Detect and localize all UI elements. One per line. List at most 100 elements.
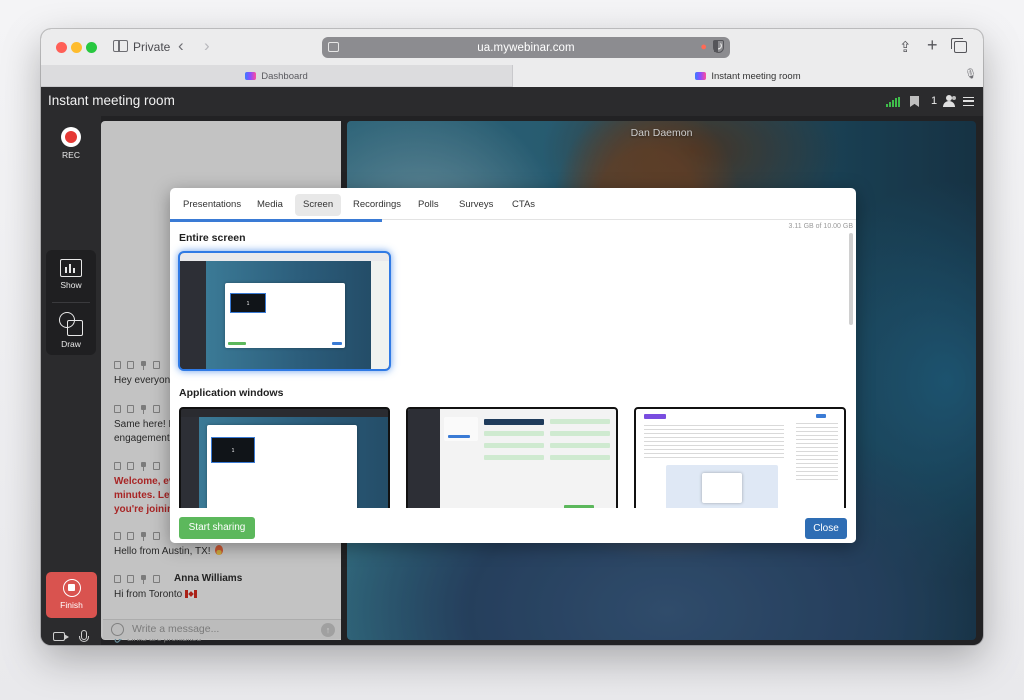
- tab-recordings[interactable]: Recordings: [345, 194, 409, 216]
- delete-icon[interactable]: [127, 574, 134, 583]
- participants-count: 1: [931, 95, 938, 107]
- pin-icon[interactable]: [140, 574, 147, 584]
- forward-icon[interactable]: ›: [204, 37, 210, 55]
- message-line: minutes. Let: [114, 490, 173, 501]
- pin-icon[interactable]: [140, 531, 147, 541]
- tab-presentations[interactable]: Presentations: [175, 194, 249, 216]
- rec-button[interactable]: REC: [55, 127, 87, 160]
- participants-icon[interactable]: [943, 95, 957, 107]
- browser-tab-meeting-room[interactable]: Instant meeting room 🎙: [512, 65, 983, 87]
- private-mode-label: Private: [133, 40, 171, 54]
- pin-icon[interactable]: [140, 360, 147, 370]
- message-line: Hello from Austin, TX!: [114, 546, 211, 557]
- delete-icon[interactable]: [127, 360, 134, 369]
- close-button[interactable]: Close: [805, 518, 847, 539]
- app-window-thumbnail[interactable]: [406, 407, 618, 517]
- message-text: Hello from Austin, TX!: [114, 545, 339, 559]
- share-icon[interactable]: ⇪: [899, 38, 912, 56]
- pin-icon[interactable]: [140, 461, 147, 471]
- app-window-thumbnail[interactable]: [634, 407, 846, 517]
- rec-label: REC: [62, 150, 80, 160]
- hamburger-menu-icon[interactable]: [963, 97, 974, 106]
- tab-polls[interactable]: Polls: [410, 194, 447, 216]
- storage-usage-text: 3.11 GB of 10.00 GB: [788, 223, 853, 230]
- canada-flag-icon: [185, 590, 198, 598]
- thumb-button: [448, 435, 470, 438]
- copy-icon[interactable]: [114, 461, 121, 470]
- message-line: Welcome, ev: [114, 476, 175, 487]
- draw-button[interactable]: Draw: [46, 312, 96, 349]
- delete-icon[interactable]: [127, 404, 134, 413]
- divider: [52, 302, 90, 303]
- emoji-icon[interactable]: [111, 623, 124, 636]
- tab-media[interactable]: Media: [249, 194, 291, 216]
- tool-group: Show Draw: [46, 250, 96, 355]
- flag-icon[interactable]: [153, 574, 160, 583]
- tab-surveys[interactable]: Surveys: [451, 194, 501, 216]
- tab-overview-icon[interactable]: [951, 38, 967, 53]
- copy-icon[interactable]: [114, 574, 121, 583]
- chat-message: Anna Williams Hi from Toronto: [114, 573, 339, 602]
- pin-icon[interactable]: [140, 404, 147, 414]
- back-icon[interactable]: ‹: [178, 37, 184, 55]
- thumb-toc: [796, 423, 838, 483]
- mywebinar-favicon-icon: [695, 72, 707, 80]
- copy-icon[interactable]: [114, 531, 121, 540]
- draw-shapes-icon: [59, 312, 83, 336]
- start-sharing-button[interactable]: Start sharing: [179, 517, 255, 539]
- thumb-logo: [644, 414, 666, 419]
- camera-icon[interactable]: [53, 632, 69, 641]
- thumb-header: [484, 419, 544, 425]
- message-actions: Anna Williams: [114, 573, 339, 584]
- new-tab-icon[interactable]: +: [927, 35, 938, 56]
- show-button[interactable]: Show: [46, 259, 96, 290]
- thumb-sidebar: [408, 409, 440, 515]
- message-text: Hi from Toronto: [114, 588, 339, 602]
- fire-emoji-icon: [214, 545, 223, 555]
- microphone-in-use-icon[interactable]: ●: [700, 41, 707, 53]
- copy-icon[interactable]: [114, 360, 121, 369]
- browser-toolbar: Private ‹ › ua.mywebinar.com ● ↻ ⇪ +: [41, 29, 983, 65]
- microphone-icon[interactable]: [79, 630, 89, 642]
- send-icon[interactable]: ↑: [321, 623, 335, 637]
- message-line: engagement.: [114, 433, 173, 444]
- entire-screen-thumbnail[interactable]: 1: [180, 253, 389, 369]
- page-menu-icon[interactable]: [328, 42, 339, 52]
- thumb-dialog: 1: [225, 283, 345, 348]
- thumb-title-bar: [181, 409, 388, 417]
- address-bar[interactable]: ua.mywebinar.com ● ↻: [322, 37, 730, 58]
- left-toolbar: REC Show Draw Finish: [41, 116, 101, 645]
- thumb-browser-bar: [180, 253, 389, 261]
- thumb-button: [816, 414, 826, 418]
- delete-icon[interactable]: [127, 461, 134, 470]
- close-window-icon[interactable]: [56, 42, 67, 53]
- bookmark-icon[interactable]: [910, 96, 919, 107]
- flag-icon[interactable]: [153, 360, 160, 369]
- zoom-window-icon[interactable]: [86, 42, 97, 53]
- browser-tab-dashboard[interactable]: Dashboard: [41, 65, 512, 87]
- url-text: ua.mywebinar.com: [477, 41, 575, 54]
- privacy-shield-icon[interactable]: [713, 40, 724, 53]
- thumb-row: [484, 443, 544, 448]
- finish-button[interactable]: Finish: [46, 572, 97, 618]
- app-window-thumbnail[interactable]: 1: [179, 407, 390, 517]
- chat-input[interactable]: Write a message... ↑: [103, 619, 341, 639]
- thumb-row: [550, 431, 610, 436]
- copy-icon[interactable]: [114, 404, 121, 413]
- flag-icon[interactable]: [153, 461, 160, 470]
- delete-icon[interactable]: [127, 531, 134, 540]
- flag-icon[interactable]: [153, 531, 160, 540]
- tab-label: Dashboard: [261, 70, 308, 82]
- thumb-close-button: [332, 342, 342, 345]
- minimize-window-icon[interactable]: [71, 42, 82, 53]
- finish-label: Finish: [60, 600, 83, 610]
- flag-icon[interactable]: [153, 404, 160, 413]
- tab-label: Instant meeting room: [711, 70, 801, 82]
- sidebar-toggle-icon[interactable]: [113, 40, 128, 52]
- tab-screen[interactable]: Screen: [295, 194, 342, 216]
- thumb-sidebar: [180, 261, 206, 369]
- modal-scrollbar[interactable]: [849, 233, 853, 325]
- tab-ctas[interactable]: CTAs: [504, 194, 543, 216]
- room-title: Instant meeting room: [48, 93, 175, 108]
- tab-audio-icon[interactable]: 🎙: [964, 69, 977, 80]
